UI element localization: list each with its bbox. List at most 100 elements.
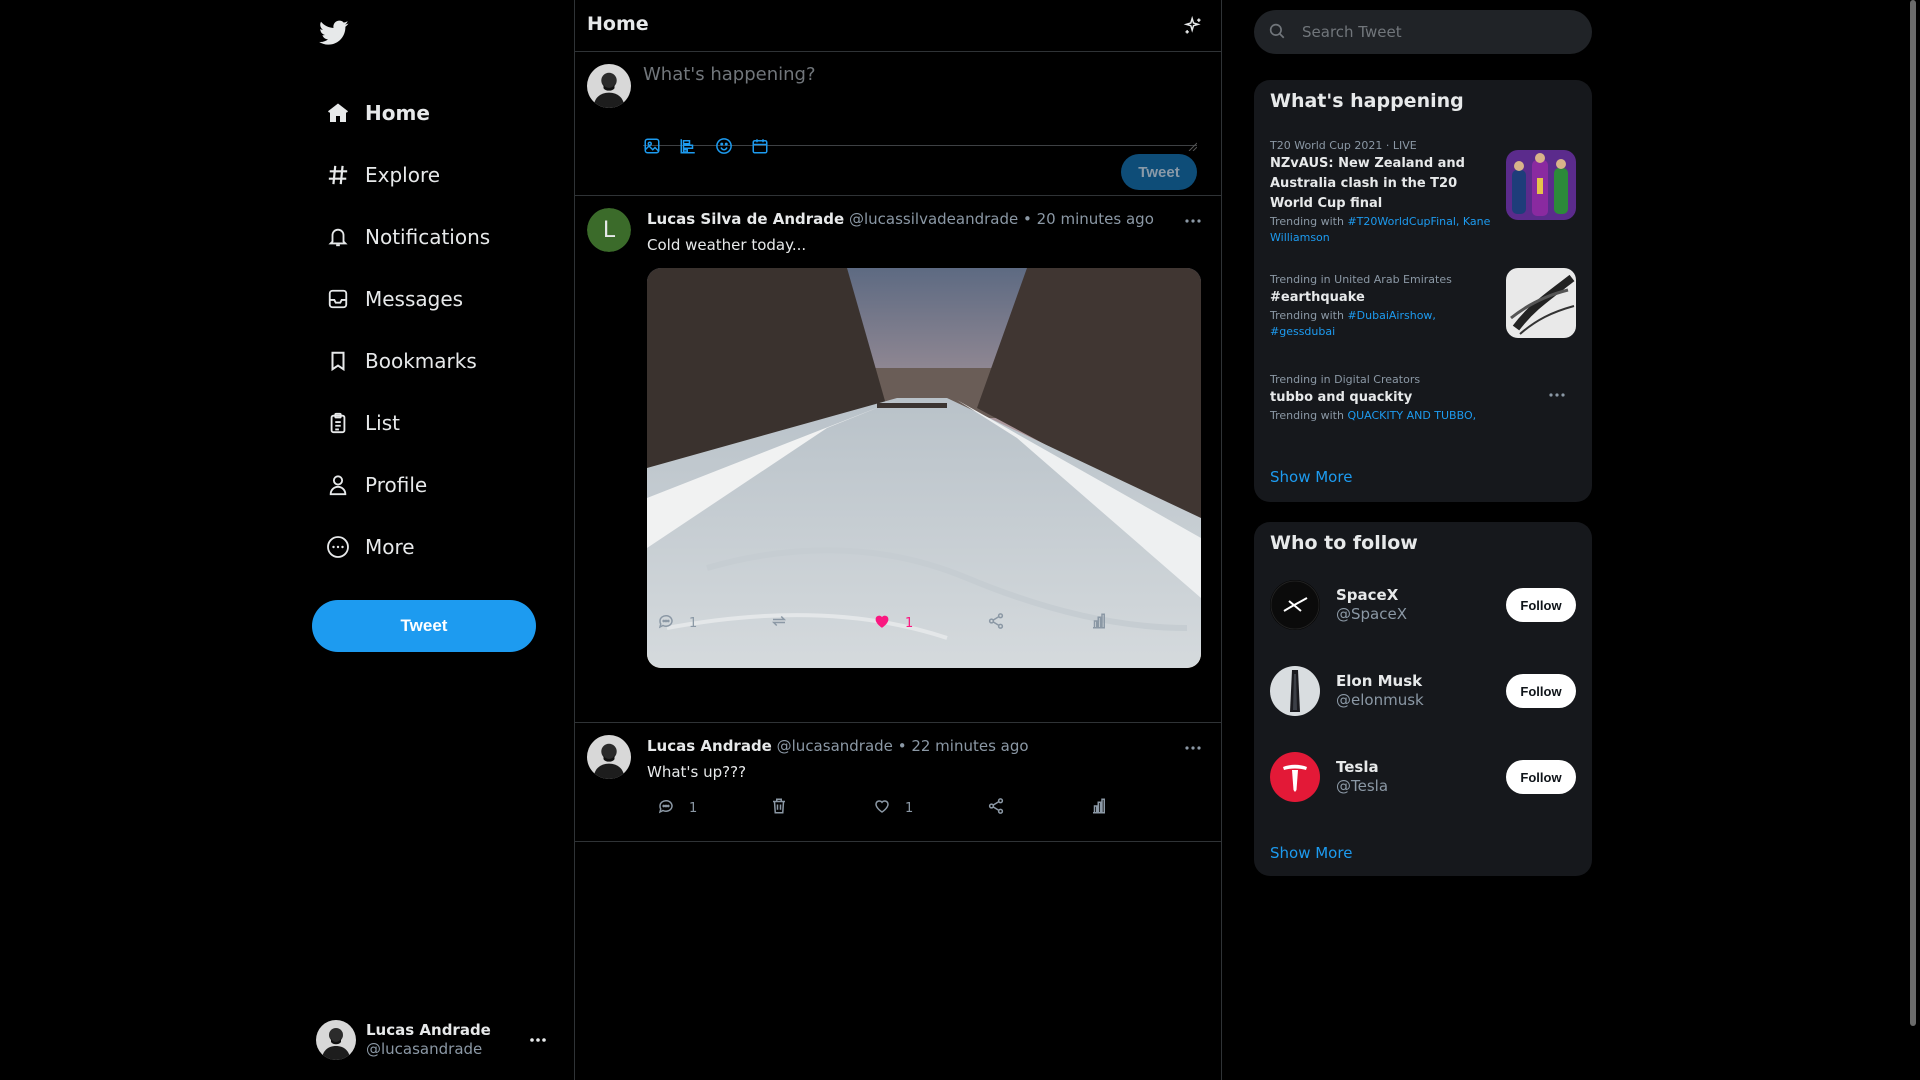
tweet-actions: 1 1 [657, 612, 1108, 634]
more-dots-icon[interactable] [1546, 388, 1568, 402]
nav-item-messages[interactable]: Messages [312, 268, 562, 330]
tweet-handle[interactable]: @lucassilvadeandrade [849, 210, 1018, 228]
twitter-bird-icon[interactable] [319, 20, 351, 52]
trend-item[interactable]: Trending in Digital Creators tubbo and q… [1270, 372, 1576, 424]
analytics-action[interactable] [1090, 612, 1108, 634]
timeline-header: Home [575, 0, 1221, 52]
share-action[interactable] [987, 612, 1090, 634]
avatar[interactable] [1270, 666, 1320, 716]
clipboard-list-icon [325, 410, 351, 436]
trend-item[interactable]: T20 World Cup 2021 · LIVE NZvAUS: New Ze… [1270, 138, 1576, 246]
trend-with: Trending with #DubaiAirshow, #gessdubai [1270, 308, 1496, 340]
trend-name: tubbo and quackity [1270, 390, 1413, 405]
bookmark-icon [325, 348, 351, 374]
follow-suggestion[interactable]: SpaceX @SpaceX Follow [1270, 580, 1576, 632]
heart-icon [873, 797, 891, 819]
avatar[interactable] [587, 735, 631, 779]
search-icon [1268, 22, 1288, 42]
share-icon [987, 797, 1005, 819]
hashtag-icon [325, 162, 351, 188]
show-more-link[interactable]: Show More [1270, 468, 1352, 486]
share-action[interactable] [987, 797, 1090, 819]
trend-tags[interactable]: QUACKITY AND TUBBO, [1347, 409, 1476, 422]
resize-grip-icon[interactable] [1187, 136, 1198, 152]
trend-thumbnail [1506, 268, 1576, 338]
reply-action[interactable]: 1 [657, 797, 770, 819]
tweet-composer: Tweet [575, 52, 1221, 196]
left-sidebar: Home Explore Notifications Messages Book… [312, 0, 574, 1080]
account-switcher[interactable]: Lucas Andrade @lucasandrade [316, 1018, 550, 1062]
nav-item-explore[interactable]: Explore [312, 144, 562, 206]
reply-action[interactable]: 1 [657, 612, 770, 634]
trend-with-prefix: Trending with [1270, 309, 1348, 322]
poll-icon[interactable] [679, 134, 715, 158]
more-dots-icon[interactable] [526, 1028, 550, 1052]
scrollbar-thumb[interactable] [1910, 0, 1916, 1026]
nav-item-list[interactable]: List [312, 392, 562, 454]
avatar[interactable] [1270, 752, 1320, 802]
tweet-handle[interactable]: @lucasandrade [777, 737, 893, 755]
more-dots-icon[interactable] [1183, 741, 1203, 755]
nav-item-more[interactable]: More [312, 516, 562, 578]
more-dots-icon[interactable] [1183, 214, 1203, 228]
reply-icon [657, 797, 675, 819]
follow-button[interactable]: Follow [1506, 674, 1576, 708]
nav-label-explore: Explore [365, 163, 441, 187]
whats-happening-panel: What's happening T20 World Cup 2021 · LI… [1254, 80, 1592, 502]
follow-button[interactable]: Follow [1506, 760, 1576, 794]
avatar-letter: L [587, 208, 631, 252]
page-title: Home [587, 13, 649, 35]
like-action[interactable]: 1 [873, 612, 987, 634]
avatar[interactable] [1270, 580, 1320, 630]
schedule-icon[interactable] [751, 134, 787, 158]
app-root: Home Explore Notifications Messages Book… [0, 0, 1920, 1080]
page-scrollbar[interactable] [1904, 0, 1920, 1080]
who-to-follow-panel: Who to follow SpaceX @SpaceX Follow Elon… [1254, 522, 1592, 876]
nav-label-more: More [365, 535, 415, 559]
nav-item-bookmarks[interactable]: Bookmarks [312, 330, 562, 392]
tweet-author[interactable]: Lucas Silva de Andrade [647, 210, 844, 228]
search-input[interactable] [1302, 23, 1572, 41]
nav-label-list: List [365, 411, 400, 435]
tweet-actions: 1 1 [657, 797, 1108, 819]
delete-action[interactable] [770, 797, 873, 819]
trend-thumbnail [1506, 150, 1576, 220]
tweet-author[interactable]: Lucas Andrade [647, 737, 772, 755]
trend-item[interactable]: Trending in United Arab Emirates #earthq… [1270, 268, 1576, 340]
retweet-action[interactable] [770, 612, 873, 634]
tweet[interactable]: Lucas Andrade @lucasandrade • 22 minutes… [575, 723, 1221, 842]
tweet-header: Lucas Andrade @lucasandrade • 22 minutes… [647, 737, 1029, 755]
nav-item-home[interactable]: Home [312, 82, 562, 144]
follow-suggestion[interactable]: Elon Musk @elonmusk Follow [1270, 666, 1576, 718]
sparkle-icon[interactable] [1183, 15, 1203, 36]
search-bar[interactable] [1254, 10, 1592, 54]
trend-with: Trending with QUACKITY AND TUBBO, [1270, 408, 1496, 424]
analytics-action[interactable] [1090, 797, 1108, 819]
tweet-image[interactable] [647, 268, 1201, 668]
tweet-button[interactable]: Tweet [312, 600, 536, 652]
avatar[interactable]: L [587, 208, 631, 252]
tweet-separator: • [897, 737, 907, 755]
trend-name: #earthquake [1270, 290, 1365, 305]
bell-icon [325, 224, 351, 250]
tweet[interactable]: L Lucas Silva de Andrade @lucassilvadean… [575, 196, 1221, 723]
nav-item-notifications[interactable]: Notifications [312, 206, 562, 268]
nav-item-profile[interactable]: Profile [312, 454, 562, 516]
follow-name: Tesla [1336, 758, 1379, 776]
follow-handle: @Tesla [1336, 777, 1389, 795]
follow-handle: @elonmusk [1336, 691, 1424, 709]
follow-button[interactable]: Follow [1506, 588, 1576, 622]
image-icon[interactable] [643, 134, 679, 158]
like-action[interactable]: 1 [873, 797, 987, 819]
nav-label-messages: Messages [365, 287, 464, 311]
show-more-link[interactable]: Show More [1270, 844, 1352, 862]
emoji-icon[interactable] [715, 134, 751, 158]
composer-tweet-button[interactable]: Tweet [1121, 154, 1197, 190]
tweet-time: 22 minutes ago [911, 737, 1029, 755]
follow-suggestion[interactable]: Tesla @Tesla Follow [1270, 752, 1576, 804]
tweet-separator: • [1023, 210, 1032, 228]
composer-toolbar [643, 134, 787, 158]
bar-chart-icon [1090, 612, 1108, 634]
account-handle: @lucasandrade [366, 1040, 483, 1058]
tweet-time: 20 minutes ago [1036, 210, 1154, 228]
